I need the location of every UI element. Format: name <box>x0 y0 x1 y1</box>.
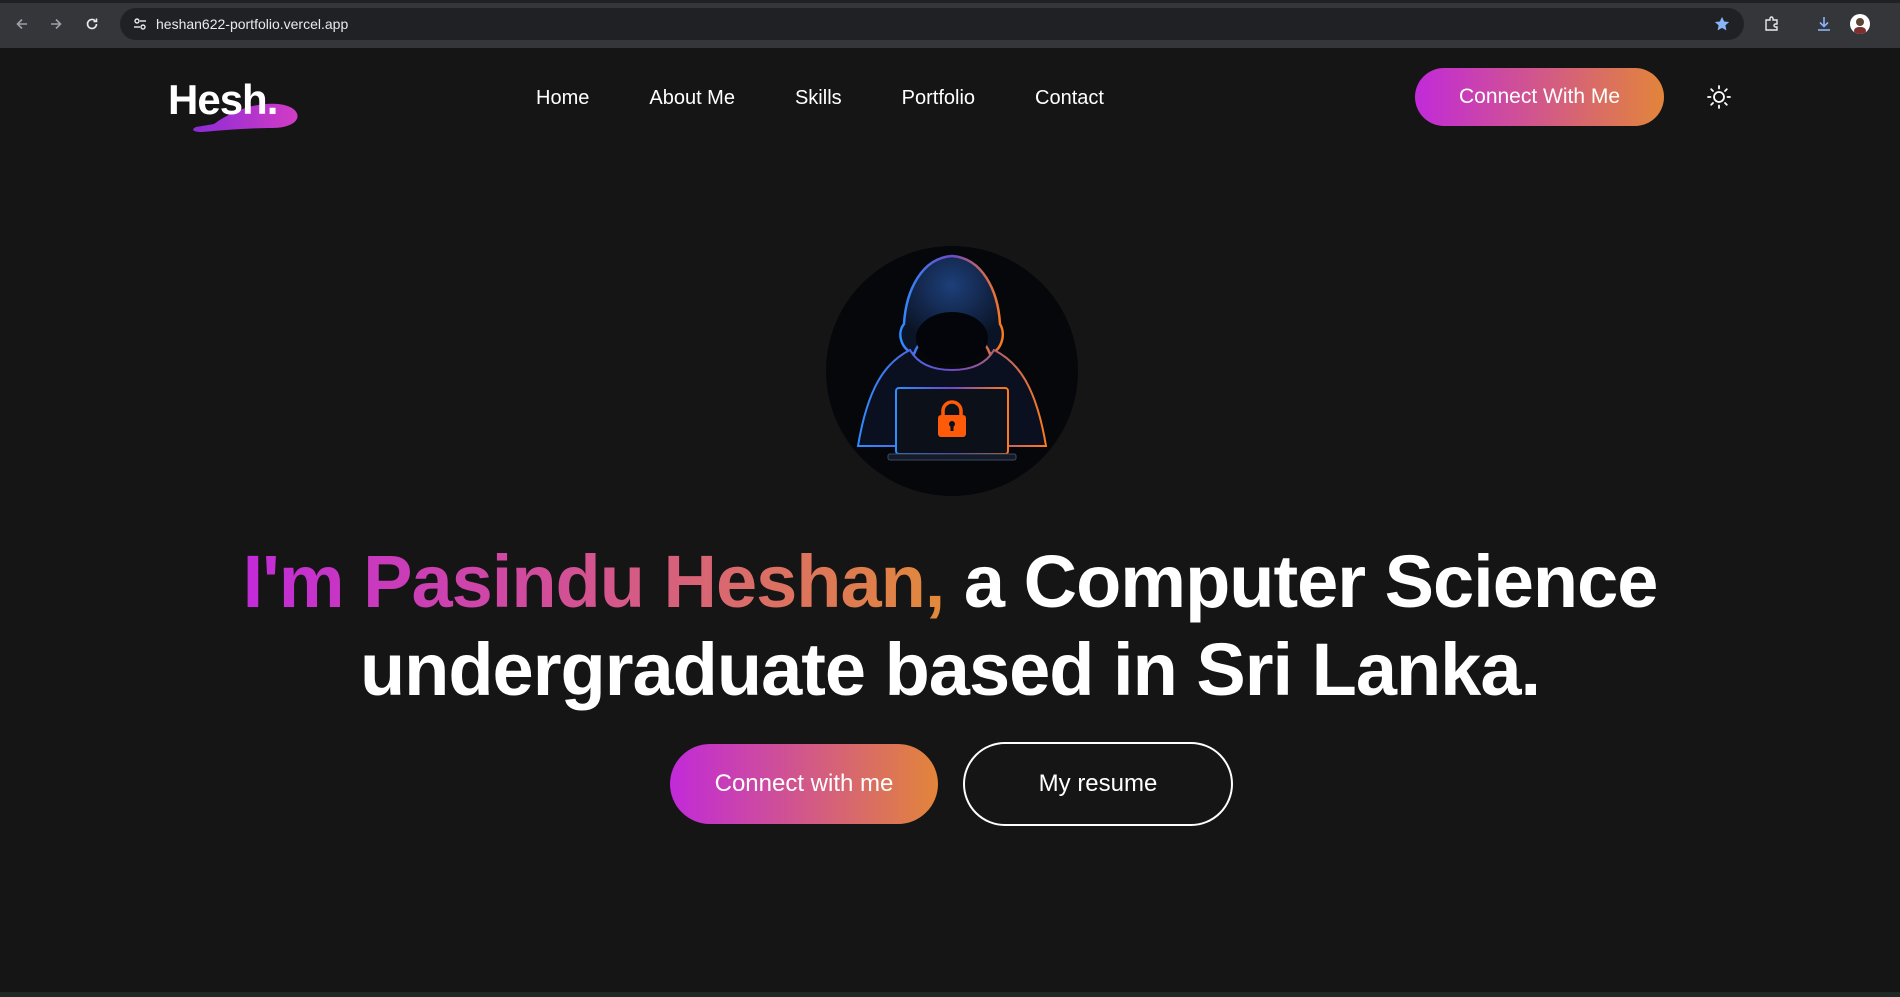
nav-link-about-me[interactable]: About Me <box>649 82 735 114</box>
hero-headline-line2: undergraduate based in Sri Lanka. <box>359 628 1541 711</box>
main-navigation: Home About Me Skills Portfolio Contact <box>536 82 1104 114</box>
browser-toolbar: heshan622-portfolio.vercel.app <box>0 0 1900 48</box>
site-logo[interactable]: Hesh. <box>168 76 298 132</box>
site-info-icon[interactable] <box>128 12 152 36</box>
hero-headline: I'm Pasindu Heshan, a Computer Science u… <box>200 538 1700 714</box>
connect-with-me-header-button[interactable]: Connect With Me <box>1415 68 1664 126</box>
hero-headline-line1: a Computer Science <box>944 540 1658 623</box>
logo-text: Hesh. <box>168 76 278 123</box>
forward-icon[interactable] <box>44 12 68 36</box>
hero-name-highlight: I'm Pasindu Heshan, <box>242 540 946 623</box>
url-text[interactable]: heshan622-portfolio.vercel.app <box>156 16 348 32</box>
tab-strip-edge <box>0 0 1900 3</box>
nav-link-skills[interactable]: Skills <box>795 82 842 114</box>
profile-image <box>826 246 1078 496</box>
page-bottom-edge <box>0 992 1900 997</box>
connect-with-me-button[interactable]: Connect with me <box>670 744 938 824</box>
bookmark-star-icon[interactable] <box>1710 12 1734 36</box>
nav-link-home[interactable]: Home <box>536 82 589 114</box>
my-resume-button[interactable]: My resume <box>963 742 1233 826</box>
nav-link-contact[interactable]: Contact <box>1035 82 1104 114</box>
profile-avatar[interactable] <box>1850 14 1870 34</box>
download-icon[interactable] <box>1812 12 1836 36</box>
address-bar[interactable]: heshan622-portfolio.vercel.app <box>120 8 1744 40</box>
reload-icon[interactable] <box>80 12 104 36</box>
nav-link-portfolio[interactable]: Portfolio <box>902 82 975 114</box>
extensions-icon[interactable] <box>1760 12 1784 36</box>
hooded-hacker-icon <box>856 254 1048 461</box>
back-icon[interactable] <box>10 12 34 36</box>
sun-icon[interactable] <box>1704 82 1734 112</box>
